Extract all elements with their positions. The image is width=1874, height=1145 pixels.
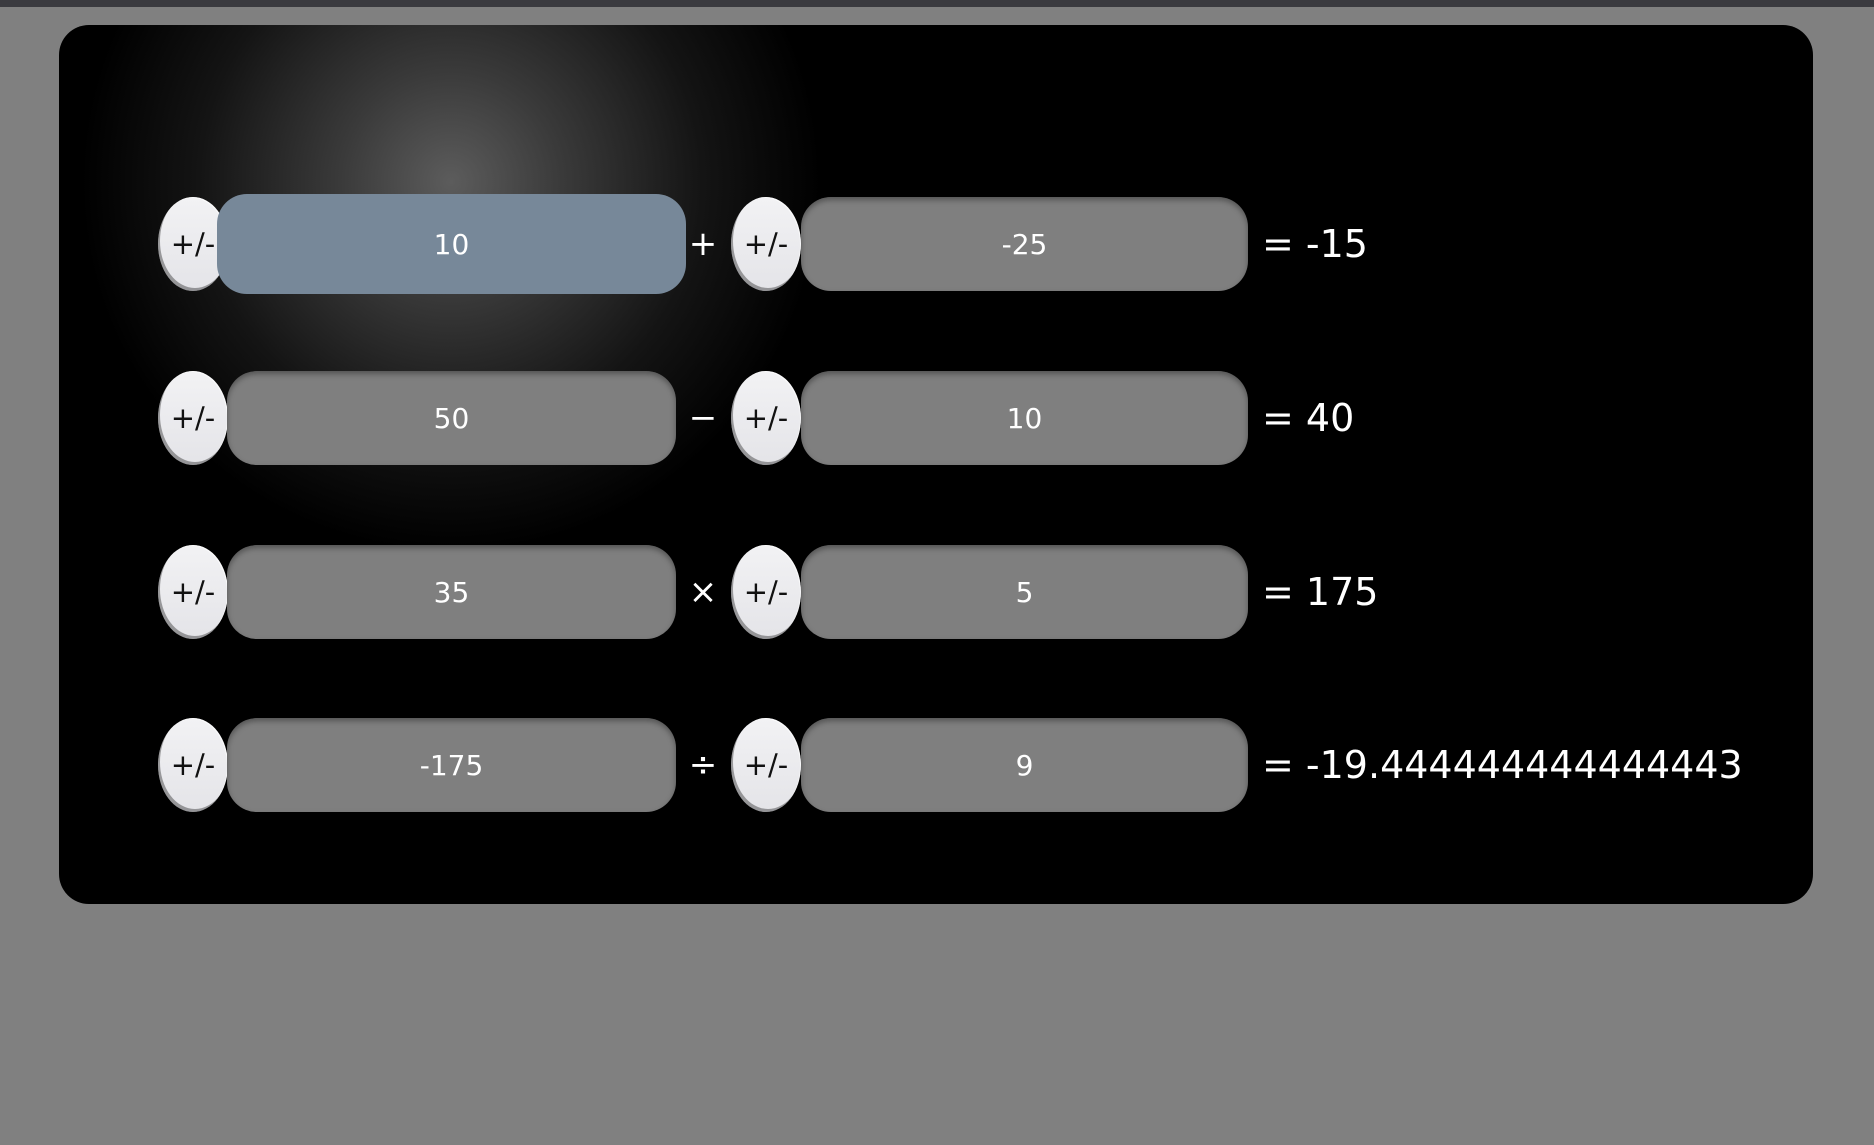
operator-minus: − — [688, 398, 718, 438]
right-operand-input[interactable] — [801, 718, 1248, 812]
right-sign-toggle-button[interactable]: +/- — [731, 197, 801, 291]
calc-row-division: +/- ÷ +/- = -19.444444444444443 — [59, 717, 1813, 813]
operator-divide: ÷ — [688, 745, 718, 785]
window-top-bar — [0, 0, 1874, 7]
right-operand-input[interactable] — [801, 371, 1248, 465]
right-sign-toggle-button[interactable]: +/- — [731, 718, 801, 812]
left-sign-toggle-button[interactable]: +/- — [158, 545, 228, 639]
result-text: = -15 — [1262, 222, 1368, 266]
right-sign-toggle-button[interactable]: +/- — [731, 371, 801, 465]
left-sign-toggle-button[interactable]: +/- — [158, 371, 228, 465]
calc-row-addition: +/- + +/- = -15 — [59, 194, 1813, 294]
calc-row-multiplication: +/- × +/- = 175 — [59, 544, 1813, 640]
result-text: = 40 — [1262, 396, 1355, 440]
left-operand-input[interactable] — [227, 545, 676, 639]
calc-row-subtraction: +/- − +/- = 40 — [59, 370, 1813, 466]
result-text: = 175 — [1262, 570, 1379, 614]
left-operand-input[interactable] — [227, 718, 676, 812]
result-text: = -19.444444444444443 — [1262, 743, 1743, 787]
operator-plus: + — [688, 224, 718, 264]
left-operand-input[interactable] — [217, 194, 686, 294]
right-operand-input[interactable] — [801, 197, 1248, 291]
operator-times: × — [688, 572, 718, 612]
left-sign-toggle-button[interactable]: +/- — [158, 718, 228, 812]
left-operand-input[interactable] — [227, 371, 676, 465]
right-sign-toggle-button[interactable]: +/- — [731, 545, 801, 639]
calculator-panel: +/- + +/- = -15 +/- − +/- = 40 +/- × +/-… — [59, 25, 1813, 904]
right-operand-input[interactable] — [801, 545, 1248, 639]
